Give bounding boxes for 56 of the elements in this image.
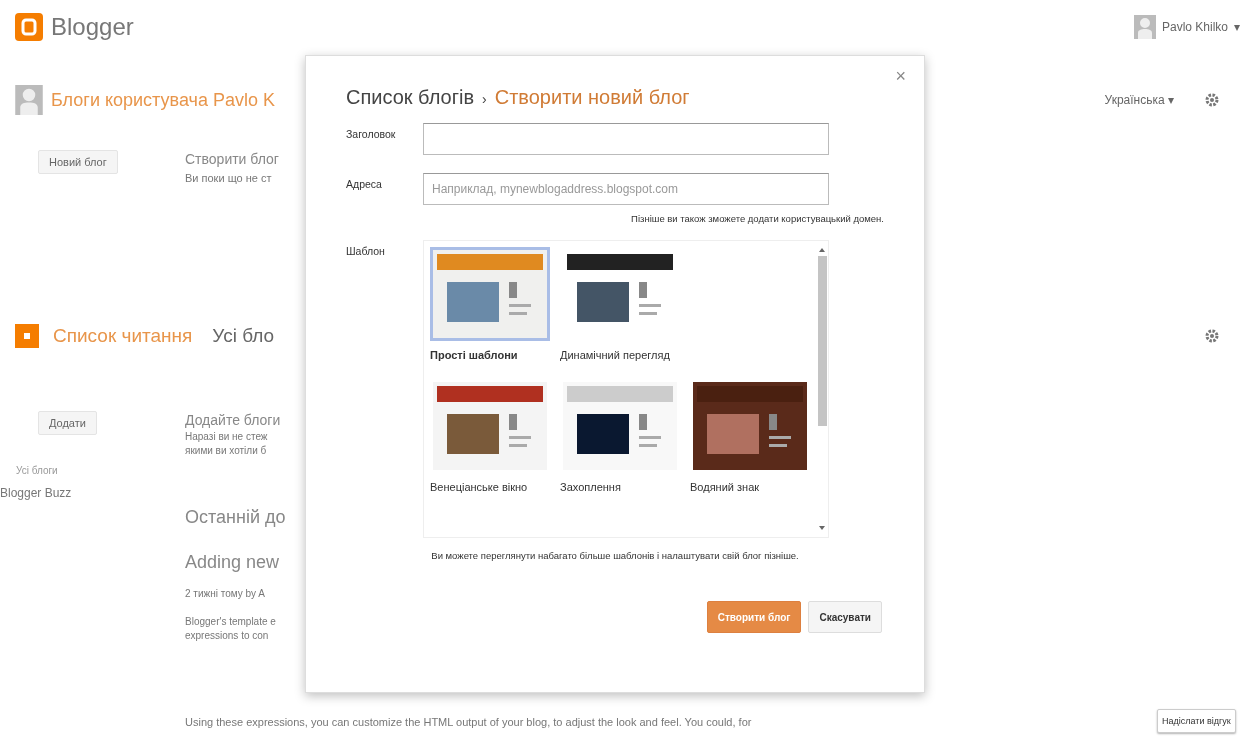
empty-title: Створити блог bbox=[185, 150, 279, 169]
blogger-logo-icon bbox=[15, 13, 43, 41]
sidebar-item[interactable]: Blogger Buzz bbox=[0, 486, 72, 500]
section-title: Список читання bbox=[53, 325, 193, 347]
template-thumbnail[interactable] bbox=[690, 379, 810, 473]
template-thumbnail[interactable] bbox=[430, 379, 550, 473]
language-dropdown[interactable]: Українська ▾ bbox=[1104, 93, 1174, 107]
field-label: Заголовок bbox=[346, 127, 397, 140]
post-meta: 2 тижні тому by A bbox=[185, 587, 265, 601]
template-name: Прості шаблони bbox=[430, 349, 519, 361]
field-label: Адреса bbox=[346, 177, 383, 190]
template-name: Захоплення bbox=[560, 481, 622, 493]
breadcrumb-separator: › bbox=[482, 91, 487, 107]
avatar-icon bbox=[1133, 15, 1156, 39]
new-blog-button[interactable]: Новий блог bbox=[38, 150, 118, 174]
post-text: Blogger's template e bbox=[185, 615, 276, 629]
template-thumbnail[interactable] bbox=[560, 379, 680, 473]
scroll-up-icon[interactable] bbox=[818, 247, 826, 253]
template-name: Динамічний перегляд bbox=[560, 349, 671, 361]
tab[interactable]: Усі бло bbox=[212, 325, 275, 347]
address-field[interactable]: Наприклад, mynewblogaddress.blogspot.com bbox=[423, 173, 829, 205]
caret-icon: ▾ bbox=[1168, 93, 1174, 107]
empty-title: Додайте блоги bbox=[185, 411, 281, 430]
add-button[interactable]: Додати bbox=[38, 411, 97, 435]
hint-text: Ви можете переглянути набагато більше шаблонів і налаштувати свій блог пізніше. bbox=[430, 550, 800, 561]
breadcrumb-link[interactable]: Список блогів bbox=[346, 86, 475, 109]
post-title[interactable]: Adding new bbox=[185, 553, 280, 572]
empty-text: якими ви хотіли б bbox=[185, 444, 267, 458]
title-field[interactable] bbox=[423, 123, 829, 155]
sidebar-heading: Усі блоги bbox=[16, 465, 59, 476]
empty-text: Ви поки що не ст bbox=[185, 171, 272, 186]
post-text: expressions to con bbox=[185, 629, 270, 643]
language-label: Українська bbox=[1104, 93, 1165, 107]
logo-text: Blogger bbox=[51, 13, 134, 41]
field-label: Шаблон bbox=[346, 244, 386, 257]
scrollbar-thumb[interactable] bbox=[817, 256, 827, 426]
account-menu[interactable]: Pavlo Khilko ▾ bbox=[1133, 15, 1240, 39]
reading-list-icon bbox=[15, 324, 39, 348]
dialog-title: Створити новий блог bbox=[494, 86, 690, 109]
template-name: Венеціанське вікно bbox=[430, 481, 529, 493]
settings-icon[interactable] bbox=[1204, 328, 1220, 344]
template-thumbnail[interactable] bbox=[430, 247, 550, 341]
settings-icon[interactable] bbox=[1204, 92, 1220, 108]
template-name: Водяний знак bbox=[690, 481, 761, 493]
close-button[interactable]: × bbox=[891, 66, 910, 87]
section-heading: Останній до bbox=[185, 508, 286, 527]
cancel-button[interactable]: Скасувати bbox=[808, 601, 882, 633]
hint-text: Пізніше ви також зможете додати користувацький домен. bbox=[630, 213, 884, 224]
feedback-button[interactable]: Надіслати відгук bbox=[1157, 709, 1236, 733]
avatar-icon bbox=[15, 85, 43, 115]
page-title: Блоги користувача Pavlo K bbox=[51, 89, 275, 111]
caret-icon: ▾ bbox=[1234, 20, 1240, 34]
user-name: Pavlo Khilko bbox=[1161, 20, 1228, 34]
empty-text: Наразі ви не стеж bbox=[185, 430, 268, 444]
scroll-down-icon[interactable] bbox=[818, 525, 826, 531]
post-text: Using these expressions, you can customize the HTML output of your blog, to adjust the look and feel. You could, for bbox=[185, 715, 752, 729]
